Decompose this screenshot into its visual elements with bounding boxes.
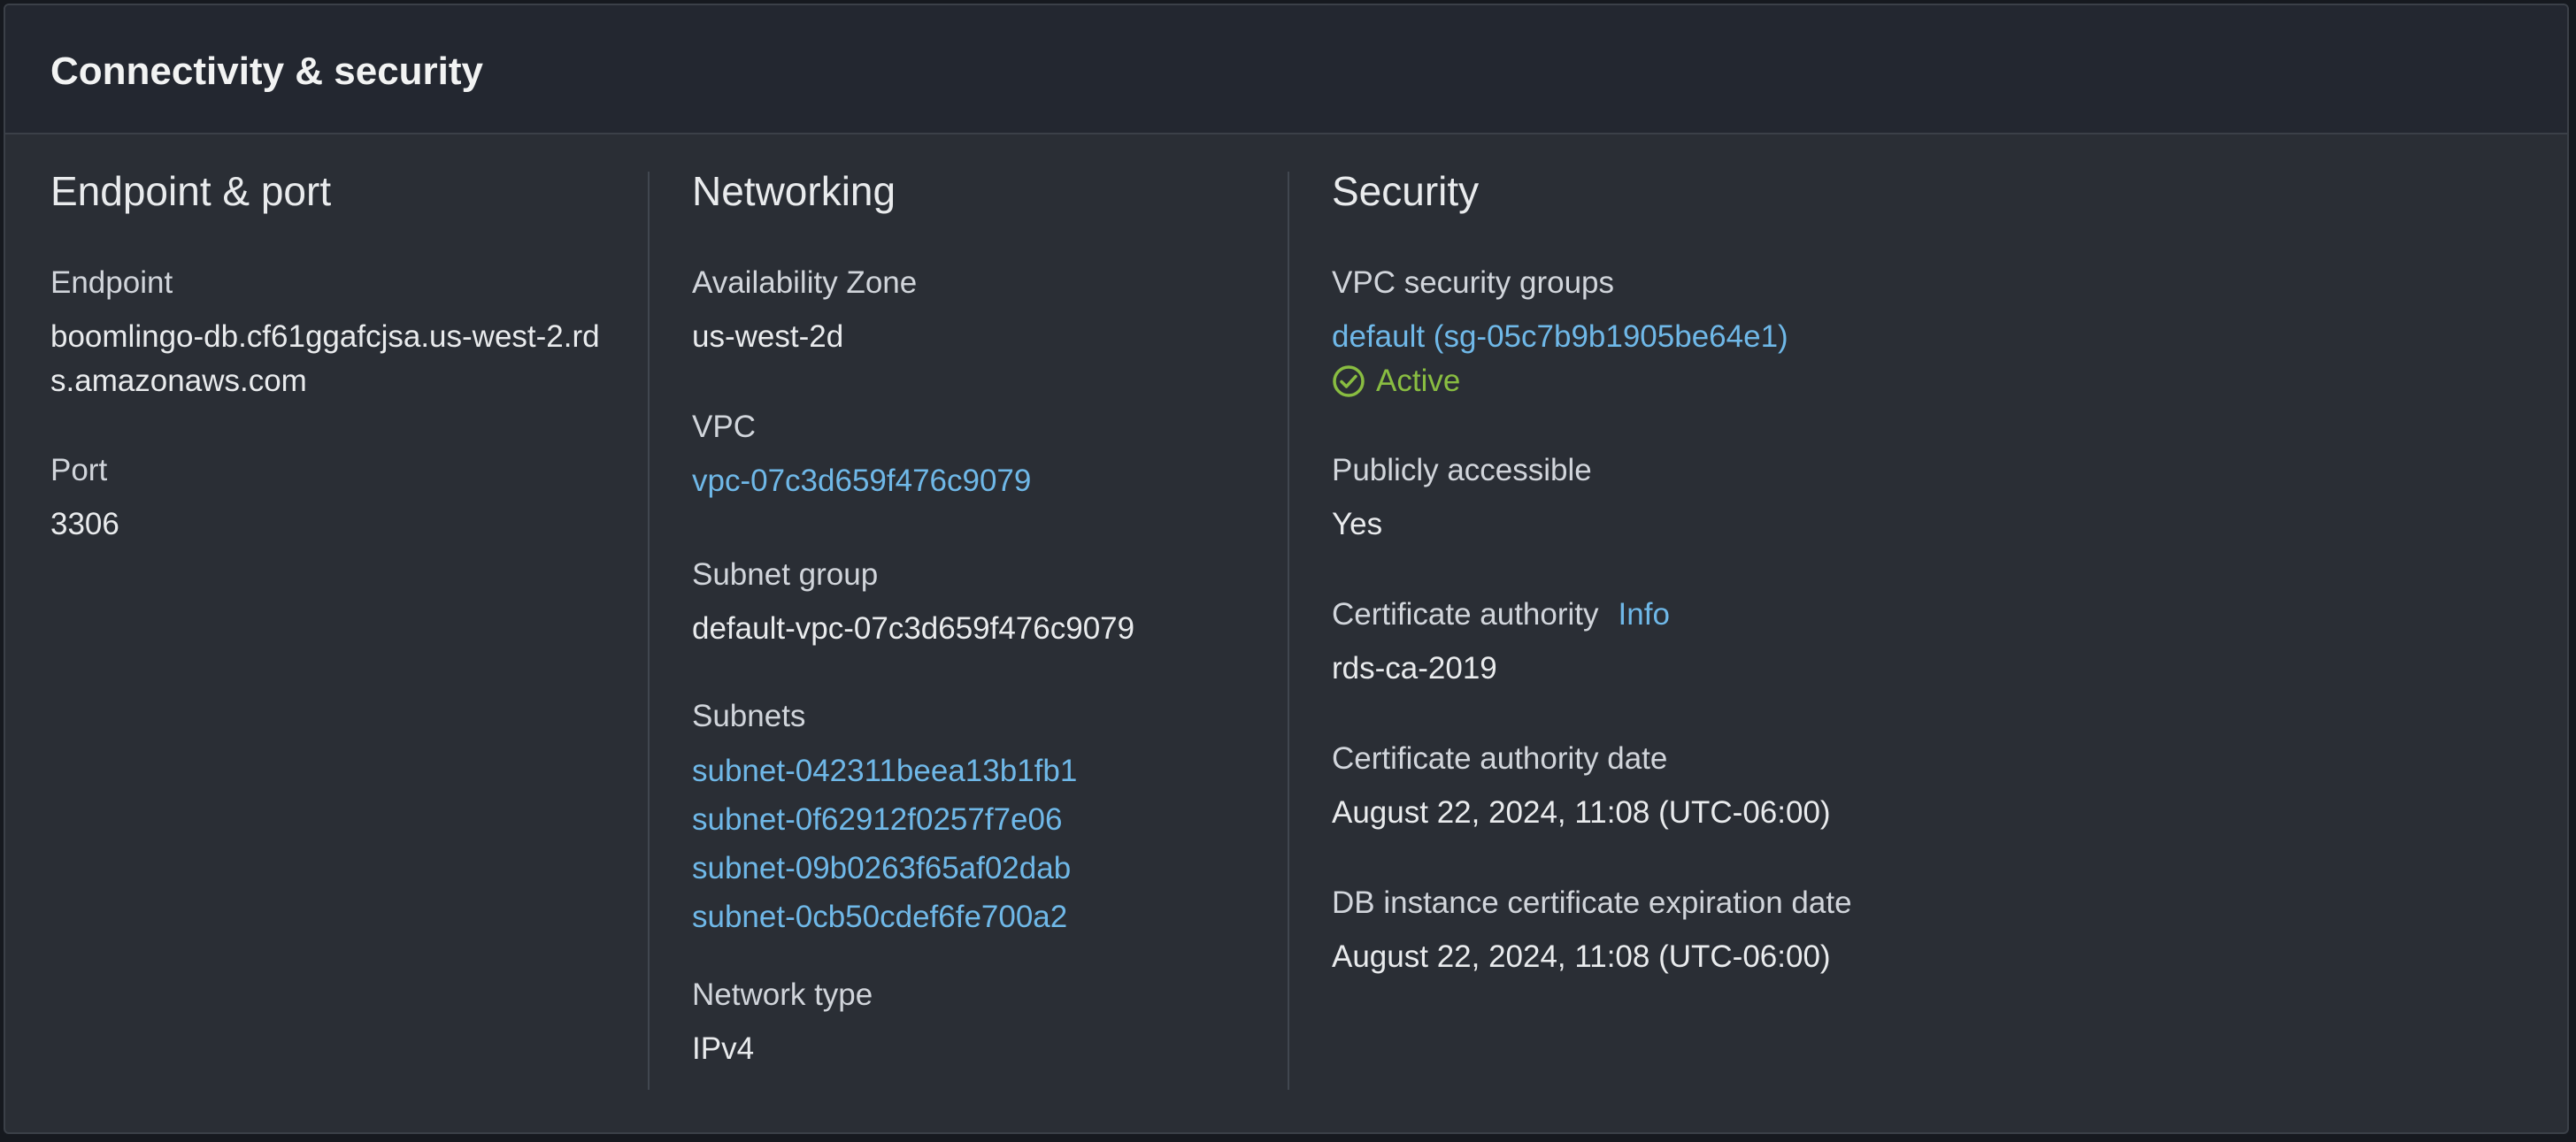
vpc-security-groups-field: VPC security groups default (sg-05c7b9b1…	[1332, 262, 1788, 403]
vpc-security-groups-value: default (sg-05c7b9b1905be64e1) Active	[1332, 315, 1788, 403]
port-value: 3306	[50, 507, 119, 541]
column-divider	[648, 172, 650, 1090]
check-circle-icon	[1332, 364, 1365, 398]
panel-title: Connectivity & security	[50, 50, 484, 93]
publicly-accessible-value: Yes	[1332, 507, 1383, 541]
subnet-link[interactable]: subnet-09b0263f65af02dab	[692, 844, 1077, 893]
network-type-field: Network type IPv4	[692, 974, 873, 1071]
endpoint-value: boomlingo-db.cf61ggafcjsa.us-west-2.rds.…	[50, 319, 600, 398]
certificate-authority-label-row: Certificate authority Info	[1332, 594, 1670, 636]
endpoint-port-heading: Endpoint & port	[50, 168, 332, 214]
networking-heading: Networking	[692, 168, 896, 214]
subnet-group-value: default-vpc-07c3d659f476c9079	[692, 611, 1135, 646]
info-link[interactable]: Info	[1619, 597, 1670, 632]
subnet-group-field: Subnet group default-vpc-07c3d659f476c90…	[692, 554, 1134, 651]
endpoint-field: Endpoint boomlingo-db.cf61ggafcjsa.us-we…	[50, 262, 617, 403]
port-label: Port	[50, 453, 108, 487]
subnets-label: Subnets	[692, 699, 806, 733]
db-certificate-expiration-value: August 22, 2024, 11:08 (UTC-06:00)	[1332, 939, 1831, 974]
certificate-authority-label: Certificate authority	[1332, 597, 1599, 632]
db-certificate-expiration-field: DB instance certificate expiration date …	[1332, 882, 1852, 979]
security-group-link[interactable]: default (sg-05c7b9b1905be64e1)	[1332, 315, 1788, 359]
network-type-label: Network type	[692, 977, 873, 1012]
availability-zone-label: Availability Zone	[692, 265, 918, 300]
vpc-value: vpc-07c3d659f476c9079	[692, 459, 1031, 503]
vpc-label: VPC	[692, 410, 756, 444]
security-group-status: Active	[1332, 359, 1788, 403]
subnet-group-label: Subnet group	[692, 557, 879, 592]
vpc-security-groups-label: VPC security groups	[1332, 265, 1615, 300]
network-type-value: IPv4	[692, 1031, 755, 1066]
availability-zone-field: Availability Zone us-west-2d	[692, 262, 917, 359]
security-heading: Security	[1332, 168, 1480, 214]
certificate-authority-field: Certificate authority Info rds-ca-2019	[1332, 594, 1670, 691]
certificate-authority-date-label: Certificate authority date	[1332, 741, 1668, 776]
publicly-accessible-field: Publicly accessible Yes	[1332, 449, 1592, 547]
endpoint-label: Endpoint	[50, 265, 173, 300]
subnet-link[interactable]: subnet-0cb50cdef6fe700a2	[692, 893, 1077, 941]
vpc-link[interactable]: vpc-07c3d659f476c9079	[692, 459, 1031, 503]
availability-zone-value: us-west-2d	[692, 319, 844, 354]
subnet-link[interactable]: subnet-042311beea13b1fb1	[692, 747, 1077, 795]
vpc-field: VPC vpc-07c3d659f476c9079	[692, 406, 1031, 503]
subnets-field: Subnets subnet-042311beea13b1fb1 subnet-…	[692, 695, 1077, 941]
subnets-list: subnet-042311beea13b1fb1 subnet-0f62912f…	[692, 747, 1077, 941]
status-text: Active	[1376, 364, 1461, 398]
publicly-accessible-label: Publicly accessible	[1332, 453, 1592, 487]
certificate-authority-value: rds-ca-2019	[1332, 651, 1497, 686]
connectivity-security-panel: Connectivity & security Endpoint & port …	[4, 4, 2569, 1134]
certificate-authority-date-value: August 22, 2024, 11:08 (UTC-06:00)	[1332, 795, 1831, 830]
subnet-link[interactable]: subnet-0f62912f0257f7e06	[692, 795, 1077, 844]
certificate-authority-date-field: Certificate authority date August 22, 20…	[1332, 738, 1831, 835]
column-divider	[1288, 172, 1289, 1090]
db-certificate-expiration-label: DB instance certificate expiration date	[1332, 885, 1852, 920]
port-field: Port 3306	[50, 449, 119, 547]
panel-header: Connectivity & security	[5, 5, 2567, 134]
